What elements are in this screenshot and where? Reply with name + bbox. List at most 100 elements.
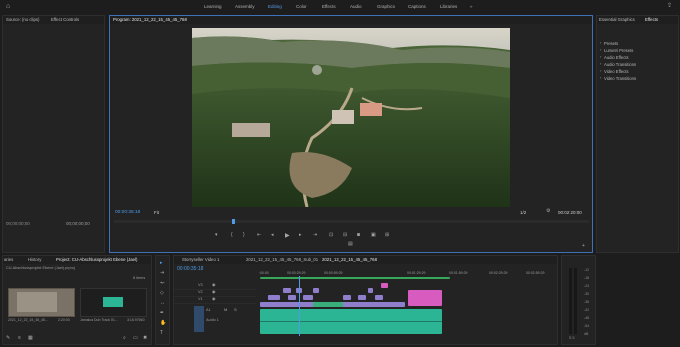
- solo-icon[interactable]: S: [234, 308, 237, 312]
- vr-icon[interactable]: ⊞: [385, 233, 389, 238]
- tab-effects[interactable]: Effects: [645, 17, 658, 22]
- go-to-out-icon[interactable]: ⇥: [313, 233, 317, 238]
- tab-sequence-1[interactable]: Storryseller Video 1: [182, 257, 219, 262]
- selection-tool-icon[interactable]: ▸: [160, 261, 163, 266]
- timeline-timecode[interactable]: 00:00:35:18: [177, 266, 203, 272]
- work-area-bar[interactable]: [260, 277, 450, 279]
- program-title[interactable]: Program: 2021_12_22_15_45_45_768: [113, 17, 187, 22]
- workspace-libraries[interactable]: Libraries: [440, 4, 457, 9]
- effects-item-audio-effects[interactable]: Audio Effects: [604, 55, 629, 60]
- chevron-right-icon[interactable]: ›: [600, 62, 601, 66]
- chevron-right-icon[interactable]: ›: [600, 76, 601, 80]
- fit-dropdown[interactable]: Fit: [154, 210, 159, 215]
- track-target-a1[interactable]: [194, 306, 204, 332]
- tab-sequence-3[interactable]: 2021_12_22_15_45_45_768: [322, 257, 377, 262]
- tab-essential-graphics[interactable]: Essential Graphics: [599, 17, 635, 22]
- type-tool-icon[interactable]: T: [160, 331, 163, 336]
- workspace-audio[interactable]: Audio: [350, 4, 362, 9]
- workspace-effects[interactable]: Effects: [322, 4, 336, 9]
- hand-tool-icon[interactable]: ✋: [160, 321, 166, 326]
- export-icon[interactable]: ⇪: [667, 3, 672, 9]
- clip-thumbnail-video[interactable]: [8, 288, 75, 317]
- program-scrubber[interactable]: [114, 220, 589, 223]
- meter-label: -36: [584, 300, 590, 304]
- video-clip[interactable]: [343, 295, 351, 300]
- trash-icon[interactable]: ✖: [143, 336, 147, 341]
- video-clip[interactable]: [288, 295, 296, 300]
- effects-item-video-transitions[interactable]: Video Transitions: [604, 76, 636, 81]
- title-clip[interactable]: [408, 290, 442, 306]
- effects-item-presets[interactable]: Presets: [604, 41, 618, 46]
- step-forward-icon[interactable]: ▸: [299, 233, 302, 238]
- wrench-icon[interactable]: ⚙: [546, 209, 550, 214]
- tab-sequence-2[interactable]: 2021_12_22_15_45_45_768_Sub_01: [246, 257, 318, 262]
- program-playhead[interactable]: [232, 219, 235, 224]
- more-icon[interactable]: »: [470, 4, 473, 9]
- tab-source[interactable]: Source: (no clips): [6, 17, 39, 22]
- eye-icon[interactable]: ◉: [212, 290, 216, 294]
- home-icon[interactable]: ⌂: [6, 3, 10, 10]
- program-timecode[interactable]: 00:00:35:18: [115, 210, 140, 215]
- list-view-icon[interactable]: ≡: [18, 336, 21, 341]
- lift-icon[interactable]: ⊡: [329, 233, 333, 238]
- search-icon[interactable]: ⌕: [123, 336, 126, 341]
- solo-buttons[interactable]: S S: [569, 336, 575, 340]
- mark-out-icon[interactable]: }: [243, 233, 245, 238]
- effects-panel: Essential Graphics Effects › Presets › Lum…: [596, 15, 679, 253]
- effects-item-lumetri[interactable]: Lumetri Presets: [604, 48, 633, 53]
- effects-item-audio-transitions[interactable]: Audio Transitions: [604, 62, 636, 67]
- ripple-edit-icon[interactable]: ⟛: [160, 281, 165, 286]
- title-clip[interactable]: [381, 283, 388, 288]
- workspace-captions[interactable]: Captions: [408, 4, 426, 9]
- workspace-learning[interactable]: Learning: [204, 4, 222, 9]
- source-panel: Source: (no clips) Effect Controls 00;00…: [2, 15, 105, 261]
- mute-icon[interactable]: M: [224, 308, 227, 312]
- resolution-dropdown[interactable]: 1/2: [520, 210, 526, 215]
- chevron-right-icon[interactable]: ›: [600, 48, 601, 52]
- grid-view-icon[interactable]: ▦: [28, 336, 33, 341]
- folder-icon[interactable]: ▭: [133, 336, 138, 341]
- workspace-editing[interactable]: Editing: [268, 4, 282, 9]
- camera-icon[interactable]: ◙: [357, 233, 360, 238]
- video-clip[interactable]: [375, 295, 383, 300]
- workspace-color[interactable]: Color: [296, 4, 307, 9]
- workspace-assembly[interactable]: Assembly: [235, 4, 255, 9]
- tab-project[interactable]: Project: CU-Abschlussprojekt Ebene (Jael…: [56, 257, 137, 262]
- extract-icon[interactable]: ⊟: [343, 233, 347, 238]
- clip-thumbnail-audio[interactable]: [80, 288, 147, 317]
- video-clip[interactable]: [368, 288, 373, 293]
- tab-effect-controls[interactable]: Effect Controls: [51, 17, 79, 22]
- chevron-right-icon[interactable]: ›: [600, 55, 601, 59]
- audio-clip[interactable]: [260, 309, 442, 334]
- eye-icon[interactable]: ◉: [212, 283, 216, 287]
- slip-tool-icon[interactable]: ↔: [160, 301, 165, 306]
- tab-history[interactable]: History: [28, 257, 41, 262]
- go-to-in-icon[interactable]: ⇤: [257, 233, 261, 238]
- comparison-icon[interactable]: ▣: [371, 233, 376, 238]
- step-back-icon[interactable]: ◂: [271, 233, 274, 238]
- effects-item-video-effects[interactable]: Video Effects: [604, 69, 629, 74]
- video-clip[interactable]: [358, 295, 366, 300]
- video-clip[interactable]: [303, 295, 313, 300]
- pen-tool-icon[interactable]: ✒: [160, 311, 164, 316]
- marker-icon[interactable]: ▾: [215, 233, 218, 238]
- pencil-icon[interactable]: ✎: [6, 336, 10, 341]
- track-select-icon[interactable]: ⇥: [160, 271, 164, 276]
- chevron-right-icon[interactable]: ›: [600, 41, 601, 45]
- play-icon[interactable]: ▶: [285, 233, 290, 239]
- razor-icon[interactable]: ◇: [160, 291, 164, 296]
- eye-icon[interactable]: ◉: [212, 297, 216, 301]
- mark-in-icon[interactable]: {: [231, 233, 233, 238]
- add-button-icon[interactable]: +: [582, 244, 585, 249]
- workspace-graphics[interactable]: Graphics: [377, 4, 395, 9]
- export-frame-icon[interactable]: ▤: [348, 242, 353, 247]
- chevron-right-icon[interactable]: ›: [600, 69, 601, 73]
- video-clip[interactable]: [313, 288, 319, 293]
- video-clip[interactable]: [283, 288, 291, 293]
- tab-libraries[interactable]: aries: [4, 257, 13, 262]
- video-clip[interactable]: [268, 295, 280, 300]
- ruler-label-5: 00:02:29:29: [489, 271, 508, 275]
- video-clip-v1-label[interactable]: [313, 302, 343, 307]
- meter-label: -24: [584, 284, 590, 288]
- timeline-playhead[interactable]: [299, 276, 300, 336]
